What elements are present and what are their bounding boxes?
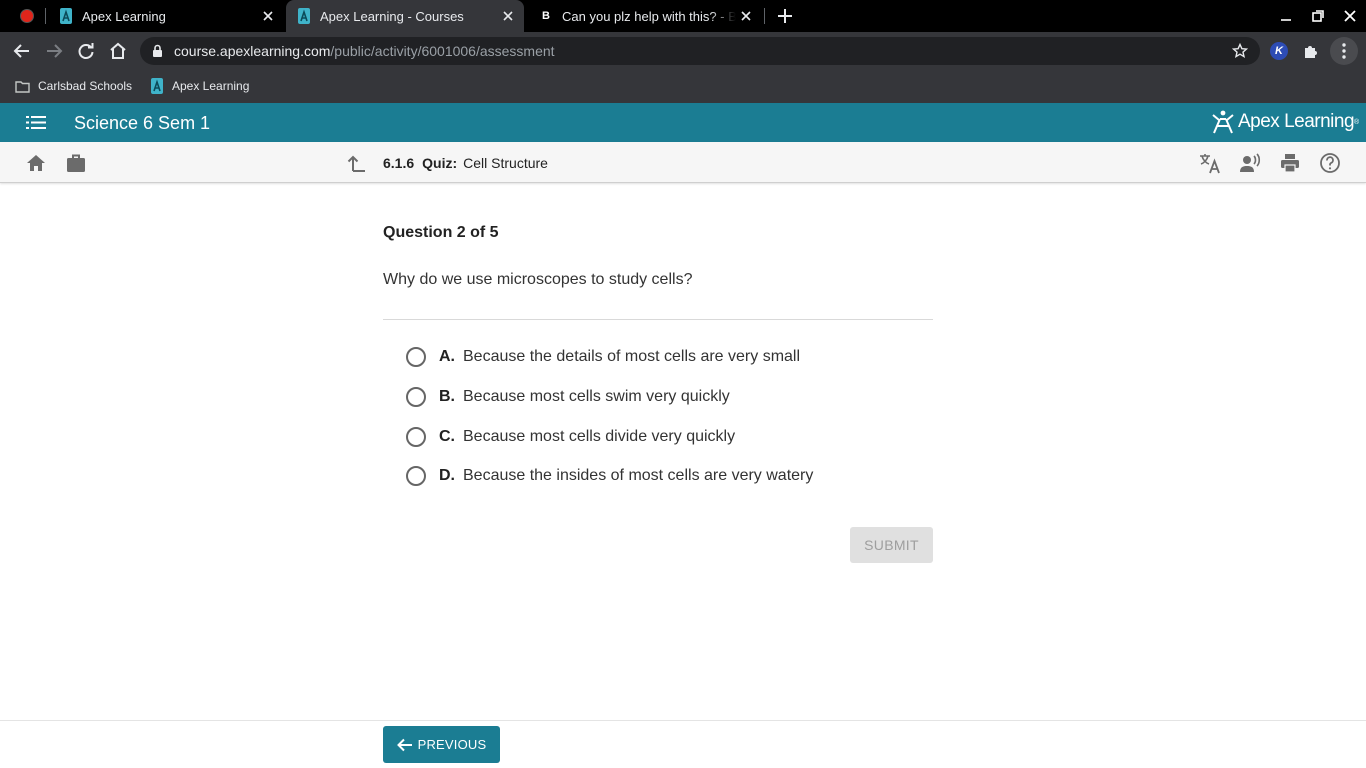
new-tab-plus-icon[interactable]: [776, 7, 794, 25]
briefcase-icon[interactable]: [65, 152, 87, 174]
up-level-arrow-icon[interactable]: [347, 152, 369, 174]
answer-option-c[interactable]: C. Because most cells divide very quickl…: [406, 425, 735, 449]
course-menu-list-icon[interactable]: [26, 115, 46, 130]
answer-option-d[interactable]: D. Because the insides of most cells are…: [406, 464, 813, 488]
browser-tab-apex-courses-active[interactable]: Apex Learning - Courses: [286, 0, 524, 32]
bookmark-carlsbad-schools[interactable]: Carlsbad Schools: [15, 76, 132, 96]
activity-number: 6.1.6: [383, 155, 415, 171]
radio-button[interactable]: [406, 387, 426, 407]
question-prompt: Why do we use microscopes to study cells…: [383, 271, 693, 288]
close-tab-icon[interactable]: [738, 8, 754, 24]
submit-button[interactable]: SUBMIT: [850, 527, 933, 563]
reload-icon[interactable]: [76, 41, 96, 61]
tab-title: Apex Learning: [82, 8, 166, 24]
question-counter: Question 2 of 5: [383, 224, 499, 241]
option-letter: A.: [439, 348, 455, 365]
answer-option-b[interactable]: B. Because most cells swim very quickly: [406, 385, 730, 409]
activity-breadcrumb: 6.1.6 Quiz: Cell Structure: [383, 155, 548, 171]
recording-indicator-icon: [21, 10, 33, 22]
extension-k-icon[interactable]: K: [1270, 42, 1288, 60]
browser-tab-brainly[interactable]: B Can you plz help with this? - Brainly: [526, 0, 762, 32]
tab-title: Can you plz help with this? - Brainly: [562, 8, 736, 24]
url-path: /public/activity/6001006/assessment: [330, 43, 555, 59]
restore-window-icon[interactable]: [1310, 8, 1326, 24]
url-text: course.apexlearning.com/public/activity/…: [174, 43, 555, 59]
address-bar[interactable]: course.apexlearning.com/public/activity/…: [140, 37, 1260, 65]
browser-tab-apex-learning[interactable]: Apex Learning: [48, 0, 284, 32]
text-to-speech-icon[interactable]: [1239, 152, 1261, 174]
apex-logo-mark-icon: [1212, 110, 1234, 134]
option-letter: D.: [439, 467, 455, 484]
course-title: Science 6 Sem 1: [74, 113, 211, 133]
option-letter: C.: [439, 428, 455, 445]
answer-option-a[interactable]: A. Because the details of most cells are…: [406, 345, 800, 369]
close-tab-icon[interactable]: [260, 8, 276, 24]
apex-favicon: [296, 8, 312, 24]
bookmark-star-icon[interactable]: [1232, 43, 1248, 59]
apex-favicon: [151, 78, 163, 94]
close-tab-icon[interactable]: [500, 8, 516, 24]
option-letter: B.: [439, 388, 455, 405]
url-host: course.apexlearning.com: [174, 43, 331, 59]
previous-button[interactable]: PREVIOUS: [383, 726, 500, 763]
radio-button[interactable]: [406, 466, 426, 486]
option-text: Because the details of most cells are ve…: [463, 348, 801, 365]
quiz-footer: PREVIOUS: [0, 720, 1366, 768]
radio-button[interactable]: [406, 427, 426, 447]
question-divider: [383, 319, 933, 320]
brand-trademark: ®: [1354, 118, 1360, 126]
browser-toolbar: course.apexlearning.com/public/activity/…: [0, 32, 1366, 70]
activity-name: Cell Structure: [463, 155, 548, 171]
browser-menu-icon[interactable]: [1330, 37, 1358, 65]
activity-toolbar: 6.1.6 Quiz: Cell Structure: [0, 142, 1366, 183]
bookmarks-bar: Carlsbad Schools Apex Learning: [0, 70, 1366, 103]
option-text: Because most cells swim very quickly: [463, 388, 730, 405]
lock-icon[interactable]: [152, 44, 163, 58]
browser-tab-strip: Apex Learning Apex Learning - Courses B …: [0, 0, 1366, 32]
option-text: Because most cells divide very quickly: [463, 428, 736, 445]
course-app-bar: Science 6 Sem 1 Apex Learning ®: [0, 103, 1366, 142]
brand-name: Apex Learning: [1238, 111, 1355, 132]
bookmark-label: Carlsbad Schools: [38, 79, 133, 93]
home-icon[interactable]: [25, 152, 47, 174]
bookmark-apex-learning[interactable]: Apex Learning: [150, 76, 249, 96]
extensions-puzzle-icon[interactable]: [1302, 42, 1320, 60]
print-icon[interactable]: [1279, 152, 1301, 174]
home-icon[interactable]: [108, 41, 128, 61]
previous-label: PREVIOUS: [417, 737, 487, 752]
folder-icon: [15, 80, 30, 93]
radio-button[interactable]: [406, 347, 426, 367]
tab-separator: [45, 8, 46, 24]
apex-favicon: [58, 8, 74, 24]
arrow-left-icon: [396, 738, 412, 751]
brainly-favicon: B: [542, 10, 550, 22]
close-window-icon[interactable]: [1342, 8, 1358, 24]
forward-arrow-icon[interactable]: [44, 41, 64, 61]
bookmark-label: Apex Learning: [172, 79, 250, 93]
tab-separator: [764, 8, 765, 24]
help-question-icon[interactable]: [1319, 152, 1341, 174]
back-arrow-icon[interactable]: [12, 41, 32, 61]
apex-learning-logo: Apex Learning ®: [1212, 109, 1359, 135]
translate-icon[interactable]: [1199, 152, 1221, 174]
option-text: Because the insides of most cells are ve…: [463, 467, 814, 484]
tab-title: Apex Learning - Courses: [320, 8, 464, 24]
activity-kind: Quiz:: [422, 155, 458, 171]
minimize-window-icon[interactable]: [1278, 8, 1294, 24]
